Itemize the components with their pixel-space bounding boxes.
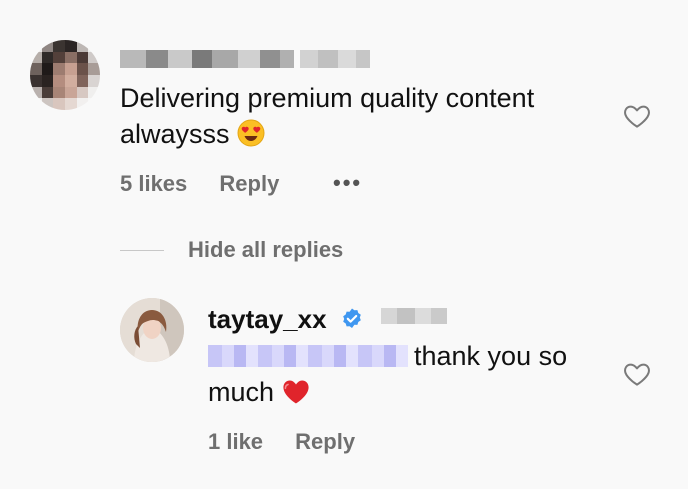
- reply-timestamp-blurred: [381, 308, 448, 324]
- mention-blurred[interactable]: [208, 345, 408, 367]
- reply-text: thank you so much: [208, 338, 608, 414]
- like-comment-button[interactable]: [622, 101, 652, 136]
- verified-badge-icon: [340, 307, 364, 338]
- reply-likes-count[interactable]: 1 like: [208, 429, 263, 454]
- commenter-username-blurred[interactable]: [120, 50, 294, 68]
- comment-reply-button[interactable]: Reply: [219, 171, 279, 196]
- commenter-avatar[interactable]: [30, 40, 100, 110]
- comment-text: Delivering premium quality content alway…: [120, 80, 600, 156]
- red-heart-emoji: [282, 378, 310, 414]
- reply-reply-button[interactable]: Reply: [295, 429, 355, 454]
- comment-body: Delivering premium quality content alway…: [120, 83, 535, 149]
- more-options-icon[interactable]: •••: [333, 170, 362, 196]
- like-reply-button[interactable]: [622, 359, 652, 394]
- heart-eyes-emoji: [237, 119, 265, 156]
- reply-username-row: taytay_xx: [208, 304, 448, 338]
- reply-avatar[interactable]: [120, 298, 184, 362]
- replies-divider: [120, 250, 164, 251]
- heart-outline-icon: [624, 363, 650, 386]
- hide-replies-button[interactable]: Hide all replies: [188, 237, 343, 263]
- comment-actions: 5 likes Reply: [120, 171, 305, 197]
- reply-actions: 1 like Reply: [208, 429, 381, 455]
- comment-likes-count[interactable]: 5 likes: [120, 171, 187, 196]
- comment-timestamp-blurred: [300, 50, 370, 68]
- profile-photo-icon: [120, 298, 184, 362]
- heart-outline-icon: [624, 105, 650, 128]
- reply-username[interactable]: taytay_xx: [208, 304, 327, 334]
